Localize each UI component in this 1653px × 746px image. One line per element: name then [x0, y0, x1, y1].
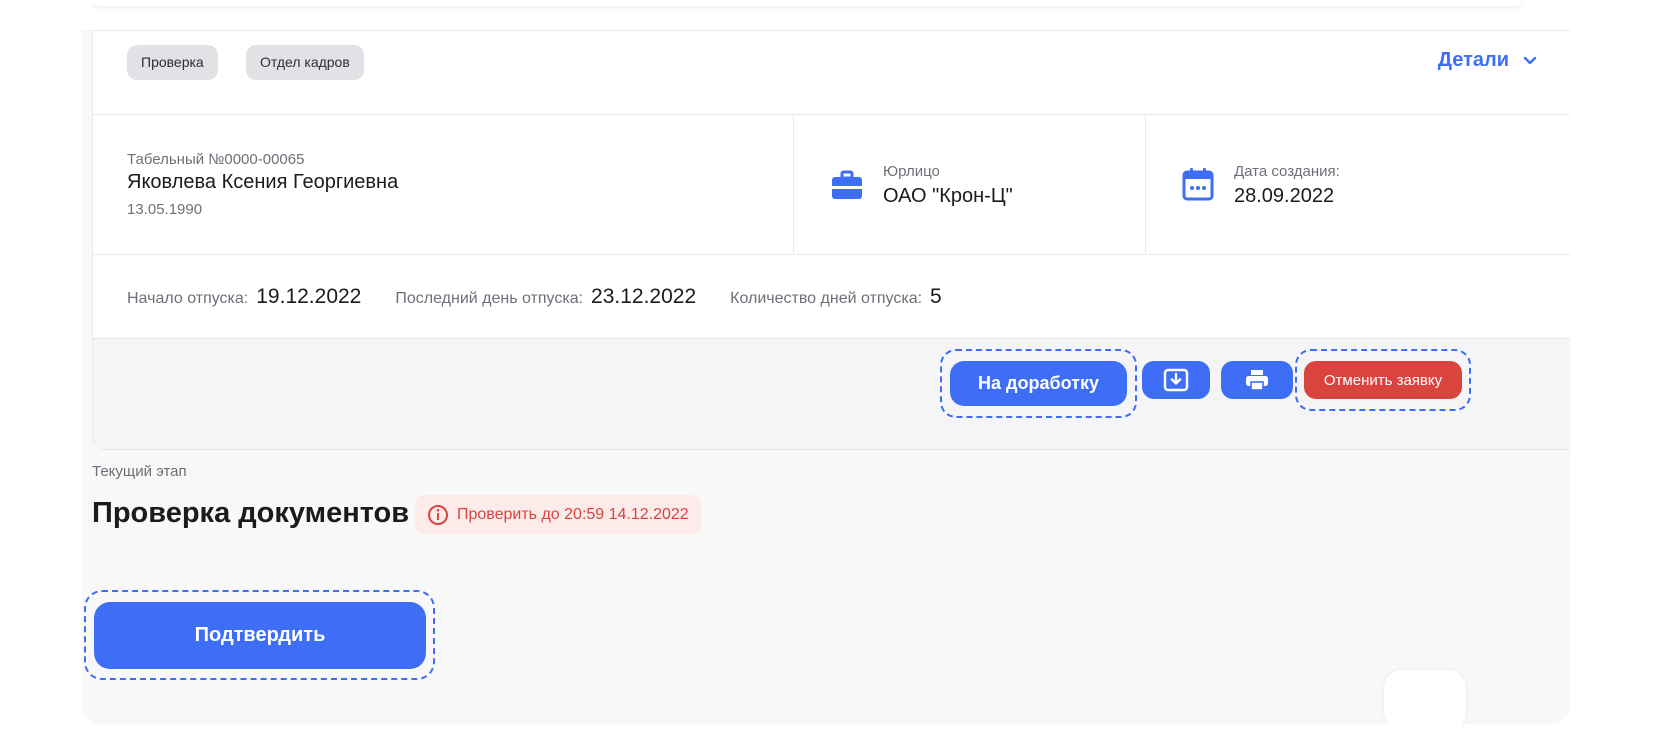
employee-birth-date: 13.05.1990	[127, 201, 203, 218]
vacation-end-label: Последний день отпуска:	[395, 289, 584, 307]
cancel-request-button[interactable]: Отменить заявку	[1304, 361, 1462, 399]
legal-entity-label: Юрлицо	[883, 163, 940, 180]
details-toggle[interactable]: Детали	[1438, 49, 1537, 72]
briefcase-icon	[832, 170, 862, 199]
chevron-down-icon	[1523, 56, 1537, 64]
content-area: Проверка Отдел кадров Детали Табельный №…	[82, 30, 1570, 724]
tag-check: Проверка	[127, 45, 218, 80]
rework-button[interactable]: На доработку	[950, 361, 1127, 406]
vacation-start: Начало отпуска: 19.12.2022	[127, 285, 361, 309]
deadline-text: Проверить до 20:59 14.12.2022	[457, 505, 689, 523]
vacation-dates: Начало отпуска: 19.12.2022 Последний ден…	[93, 255, 1570, 339]
vacation-start-value: 19.12.2022	[256, 284, 362, 308]
print-button[interactable]	[1221, 361, 1293, 399]
created-date-label: Дата создания:	[1234, 163, 1340, 180]
vacation-start-label: Начало отпуска:	[127, 289, 249, 307]
vacation-days-value: 5	[930, 284, 942, 308]
details-label: Детали	[1437, 49, 1509, 71]
card-header: Проверка Отдел кадров Детали	[93, 31, 1570, 115]
current-stage-title: Проверка документов	[92, 497, 410, 529]
employee-name: Яковлева Ксения Георгиевна	[127, 171, 399, 193]
vacation-days: Количество дней отпуска: 5	[730, 285, 942, 309]
column-divider	[793, 115, 794, 255]
calendar-icon	[1182, 168, 1214, 201]
vacation-end: Последний день отпуска: 23.12.2022	[395, 285, 696, 309]
current-stage-label: Текущий этап	[92, 463, 187, 480]
deadline-badge: Проверить до 20:59 14.12.2022	[415, 495, 701, 534]
vacation-end-value: 23.12.2022	[591, 284, 697, 308]
vacation-days-label: Количество дней отпуска:	[730, 289, 923, 307]
download-button[interactable]	[1142, 361, 1210, 399]
previous-card-edge	[92, 0, 1522, 6]
printer-icon	[1246, 370, 1268, 391]
info-circle-icon	[428, 504, 448, 525]
info-row: Табельный №0000-00065 Яковлева Ксения Ге…	[93, 115, 1570, 255]
created-date-value: 28.09.2022	[1234, 185, 1335, 207]
confirm-button[interactable]: Подтвердить	[94, 602, 426, 669]
legal-entity-value: ОАО "Крон-Ц"	[883, 185, 1013, 207]
tag-hr-department: Отдел кадров	[246, 45, 364, 80]
floating-panel-edge	[1384, 670, 1466, 724]
card-actions: На доработку Отменить заявку	[93, 339, 1570, 449]
download-icon	[1163, 368, 1189, 392]
employee-number: Табельный №0000-00065	[127, 151, 305, 168]
column-divider	[1145, 115, 1146, 255]
request-card: Проверка Отдел кадров Детали Табельный №…	[92, 30, 1570, 450]
